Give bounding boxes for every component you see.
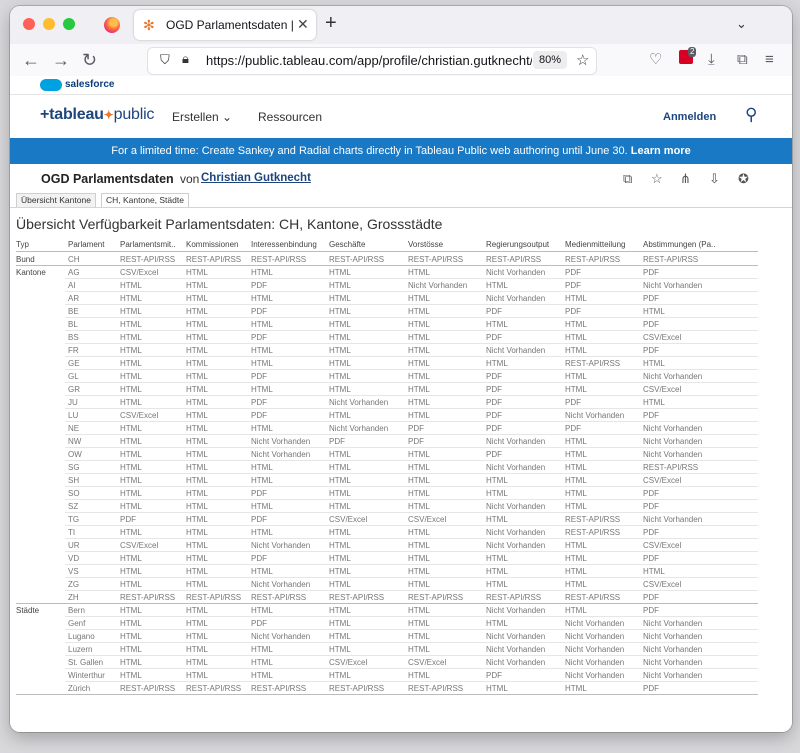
salesforce-label: salesforce [65,79,115,90]
table-row[interactable]: SH HTML HTML HTML HTML HTML HTML HTML CSV/Excel [10,474,758,487]
table-row[interactable]: JU HTML HTML PDF Nicht Vorhanden HTML PDF PDF HT… [10,396,758,409]
sheet-tab-uebersicht-kantone[interactable]: Übersicht Kantone [16,193,96,207]
viz-title: OGD Parlamentsdaten [41,172,174,186]
nav-resources-link[interactable]: Ressourcen [258,110,322,124]
table-row[interactable]: TI HTML HTML HTML HTML HTML Nicht Vorhanden RES… [10,526,758,539]
badge-award-icon[interactable]: ✪ [738,171,749,187]
table-row[interactable]: Genf HTML HTML PDF HTML HTML HTML Nicht Vorhand… [10,617,758,630]
header-divider [16,251,758,252]
salesforce-cloud-icon [40,79,62,91]
group-divider [16,694,758,695]
table-row[interactable]: AR HTML HTML HTML HTML HTML Nicht Vorhanden HTM… [10,292,758,305]
reload-icon[interactable]: ↻ [82,50,97,70]
tracking-shield-icon[interactable]: ⛉ [160,52,170,68]
firefox-view-icon[interactable] [104,17,120,33]
table-row[interactable]: BL HTML HTML HTML HTML HTML HTML HTML PDF [10,318,758,331]
share-icon[interactable]: ⋔ [680,171,691,187]
column-header[interactable]: Geschäfte [329,240,365,249]
logo-sub: public [113,106,155,123]
extension-badge: 2 [688,47,697,57]
zoom-window-button[interactable] [63,18,75,30]
table-row[interactable]: Luzern HTML HTML HTML HTML HTML Nicht Vorhande… [10,643,758,656]
column-header[interactable]: Typ [16,240,29,249]
close-window-button[interactable] [23,18,35,30]
tab-title: OGD Parlamentsdaten | Tableau Public [166,18,294,32]
new-tab-button[interactable]: + [325,13,337,33]
table-row[interactable]: VD HTML HTML PDF HTML HTML HTML HTML PDF [10,552,758,565]
table-row[interactable]: UR CSV/Excel HTML Nicht Vorhanden HTML HTML Ni… [10,539,758,552]
table-row[interactable]: VS HTML HTML HTML HTML HTML HTML HTML HTML [10,565,758,578]
table-row[interactable]: Winterthur HTML HTML HTML HTML HTML PDF Nicht V… [10,669,758,682]
table-row[interactable]: BE HTML HTML PDF HTML HTML PDF PDF HTML [10,305,758,318]
table-row[interactable]: Bern HTML HTML HTML HTML HTML Nicht Vorhanden H… [10,604,758,617]
downloads-icon[interactable]: ⤓ [708,52,715,68]
browser-window: ✻ OGD Parlamentsdaten | Tableau Public ✕… [10,6,792,732]
signin-link[interactable]: Anmelden [663,111,716,123]
table-row[interactable]: GE HTML HTML HTML HTML HTML HTML REST-API/RSS HT… [10,357,758,370]
viz-by-label: von [180,172,200,186]
viz-content: Übersicht Verfügbarkeit Parlamentsdaten:… [10,208,792,732]
menu-hamburger-icon[interactable]: ≡ [765,52,774,68]
table-row[interactable]: ZG HTML HTML Nicht Vorhanden HTML HTML HTML HTM… [10,578,758,591]
table-row[interactable]: SG HTML HTML HTML HTML HTML Nicht Vorhanden HTM… [10,461,758,474]
copy-icon[interactable]: ⧉ [623,171,632,187]
favorite-star-icon[interactable]: ☆ [651,171,663,187]
forward-arrow-icon[interactable]: → [52,50,70,70]
salesforce-bar: salesforce [10,76,792,95]
worksheet-title: Übersicht Verfügbarkeit Parlamentsdaten:… [16,216,443,232]
table-row[interactable]: AG CSV/Excel HTML HTML HTML HTML Nicht Vorhand… [10,266,758,279]
sheet-tabs: Übersicht Kantone CH, Kantone, Städte [10,192,792,208]
column-header[interactable]: Interessenbindung [251,240,317,249]
table-row[interactable]: St. Gallen HTML HTML HTML CSV/Excel CSV/Excel… [10,656,758,669]
table-row[interactable]: AI HTML HTML PDF HTML Nicht Vorhanden HTML PDF N… [10,279,758,292]
table-row[interactable]: LU CSV/Excel HTML PDF HTML HTML PDF Nicht Vorha… [10,409,758,422]
close-tab-icon[interactable]: ✕ [297,16,309,33]
navigation-toolbar: ← → ↻ ⛉ 🔒︎ https://public.tableau.com/ap… [10,44,792,76]
banner-text: For a limited time: Create Sankey and Ra… [111,145,628,157]
table-row[interactable]: GL HTML HTML PDF HTML HTML PDF HTML Nicht Vorhan… [10,370,758,383]
viz-titlebar: OGD Parlamentsdaten von Christian Gutkne… [10,164,792,192]
column-header[interactable]: Regierungsoutput [486,240,549,249]
author-link[interactable]: Christian Gutknecht [201,172,311,184]
extensions-puzzle-icon[interactable]: ⧉ [737,52,748,68]
table-row[interactable]: NE HTML HTML HTML Nicht Vorhanden PDF PDF PDF Ni… [10,422,758,435]
logo-star-icon: ✦ [103,108,114,122]
table-row[interactable]: SZ HTML HTML HTML HTML HTML Nicht Vorhanden HTM… [10,500,758,513]
address-bar[interactable]: ⛉ 🔒︎ https://public.tableau.com/app/prof… [148,48,596,74]
table-row[interactable]: SO HTML HTML PDF HTML HTML HTML HTML PDF [10,487,758,500]
tab-strip: ✻ OGD Parlamentsdaten | Tableau Public ✕… [10,6,792,44]
table-row[interactable]: BS HTML HTML PDF HTML HTML PDF HTML CSV/Excel [10,331,758,344]
back-arrow-icon[interactable]: ← [22,50,40,70]
lock-icon[interactable]: 🔒︎ [182,51,189,67]
learn-more-link[interactable]: Learn more [631,145,691,157]
table-row[interactable]: FR HTML HTML HTML HTML HTML Nicht Vorhanden HTM… [10,344,758,357]
tableau-favicon-icon: ✻ [143,17,155,33]
column-header[interactable]: Abstimmungen (Pa.. [643,240,715,249]
search-icon[interactable]: ⚲ [745,105,757,125]
table-row[interactable]: NW HTML HTML Nicht Vorhanden PDF PDF Nicht Vor… [10,435,758,448]
column-header[interactable]: Medienmitteilung [565,240,625,249]
column-header[interactable]: Parlamentsmit.. [120,240,176,249]
column-header[interactable]: Kommissionen [186,240,238,249]
logo-main: +tableau [40,106,104,123]
nav-create-menu[interactable]: Erstellen ⌄ [172,110,232,124]
minimize-window-button[interactable] [43,18,55,30]
column-header[interactable]: Vorstösse [408,240,443,249]
column-header[interactable]: Parlament [68,240,104,249]
bookmark-star-icon[interactable]: ☆ [576,51,589,69]
download-icon[interactable]: ⇩ [709,171,720,187]
table-row[interactable]: TG PDF HTML PDF CSV/Excel CSV/Excel HTML REST-A… [10,513,758,526]
table-row[interactable]: Lugano HTML HTML Nicht Vorhanden HTML HTML Nic… [10,630,758,643]
promo-banner: For a limited time: Create Sankey and Ra… [10,138,792,164]
sheet-tab-ch-kantone-staedte[interactable]: CH, Kantone, Städte [101,193,189,207]
browser-tab[interactable]: ✻ OGD Parlamentsdaten | Tableau Public ✕ [134,10,316,40]
url-text[interactable]: https://public.tableau.com/app/profile/c… [206,53,532,68]
pocket-icon[interactable]: ♡ [649,52,662,68]
tab-list-chevron-icon[interactable]: ⌄ [736,16,747,32]
zoom-level-button[interactable]: 80% [533,51,568,69]
tableau-public-logo[interactable]: +tableau✦public [40,106,154,124]
site-header: +tableau✦public Erstellen ⌄ Ressourcen A… [10,95,792,138]
table-row[interactable]: OW HTML HTML Nicht Vorhanden HTML HTML PDF HTML… [10,448,758,461]
table-row[interactable]: GR HTML HTML HTML HTML HTML PDF HTML CSV/Excel [10,383,758,396]
